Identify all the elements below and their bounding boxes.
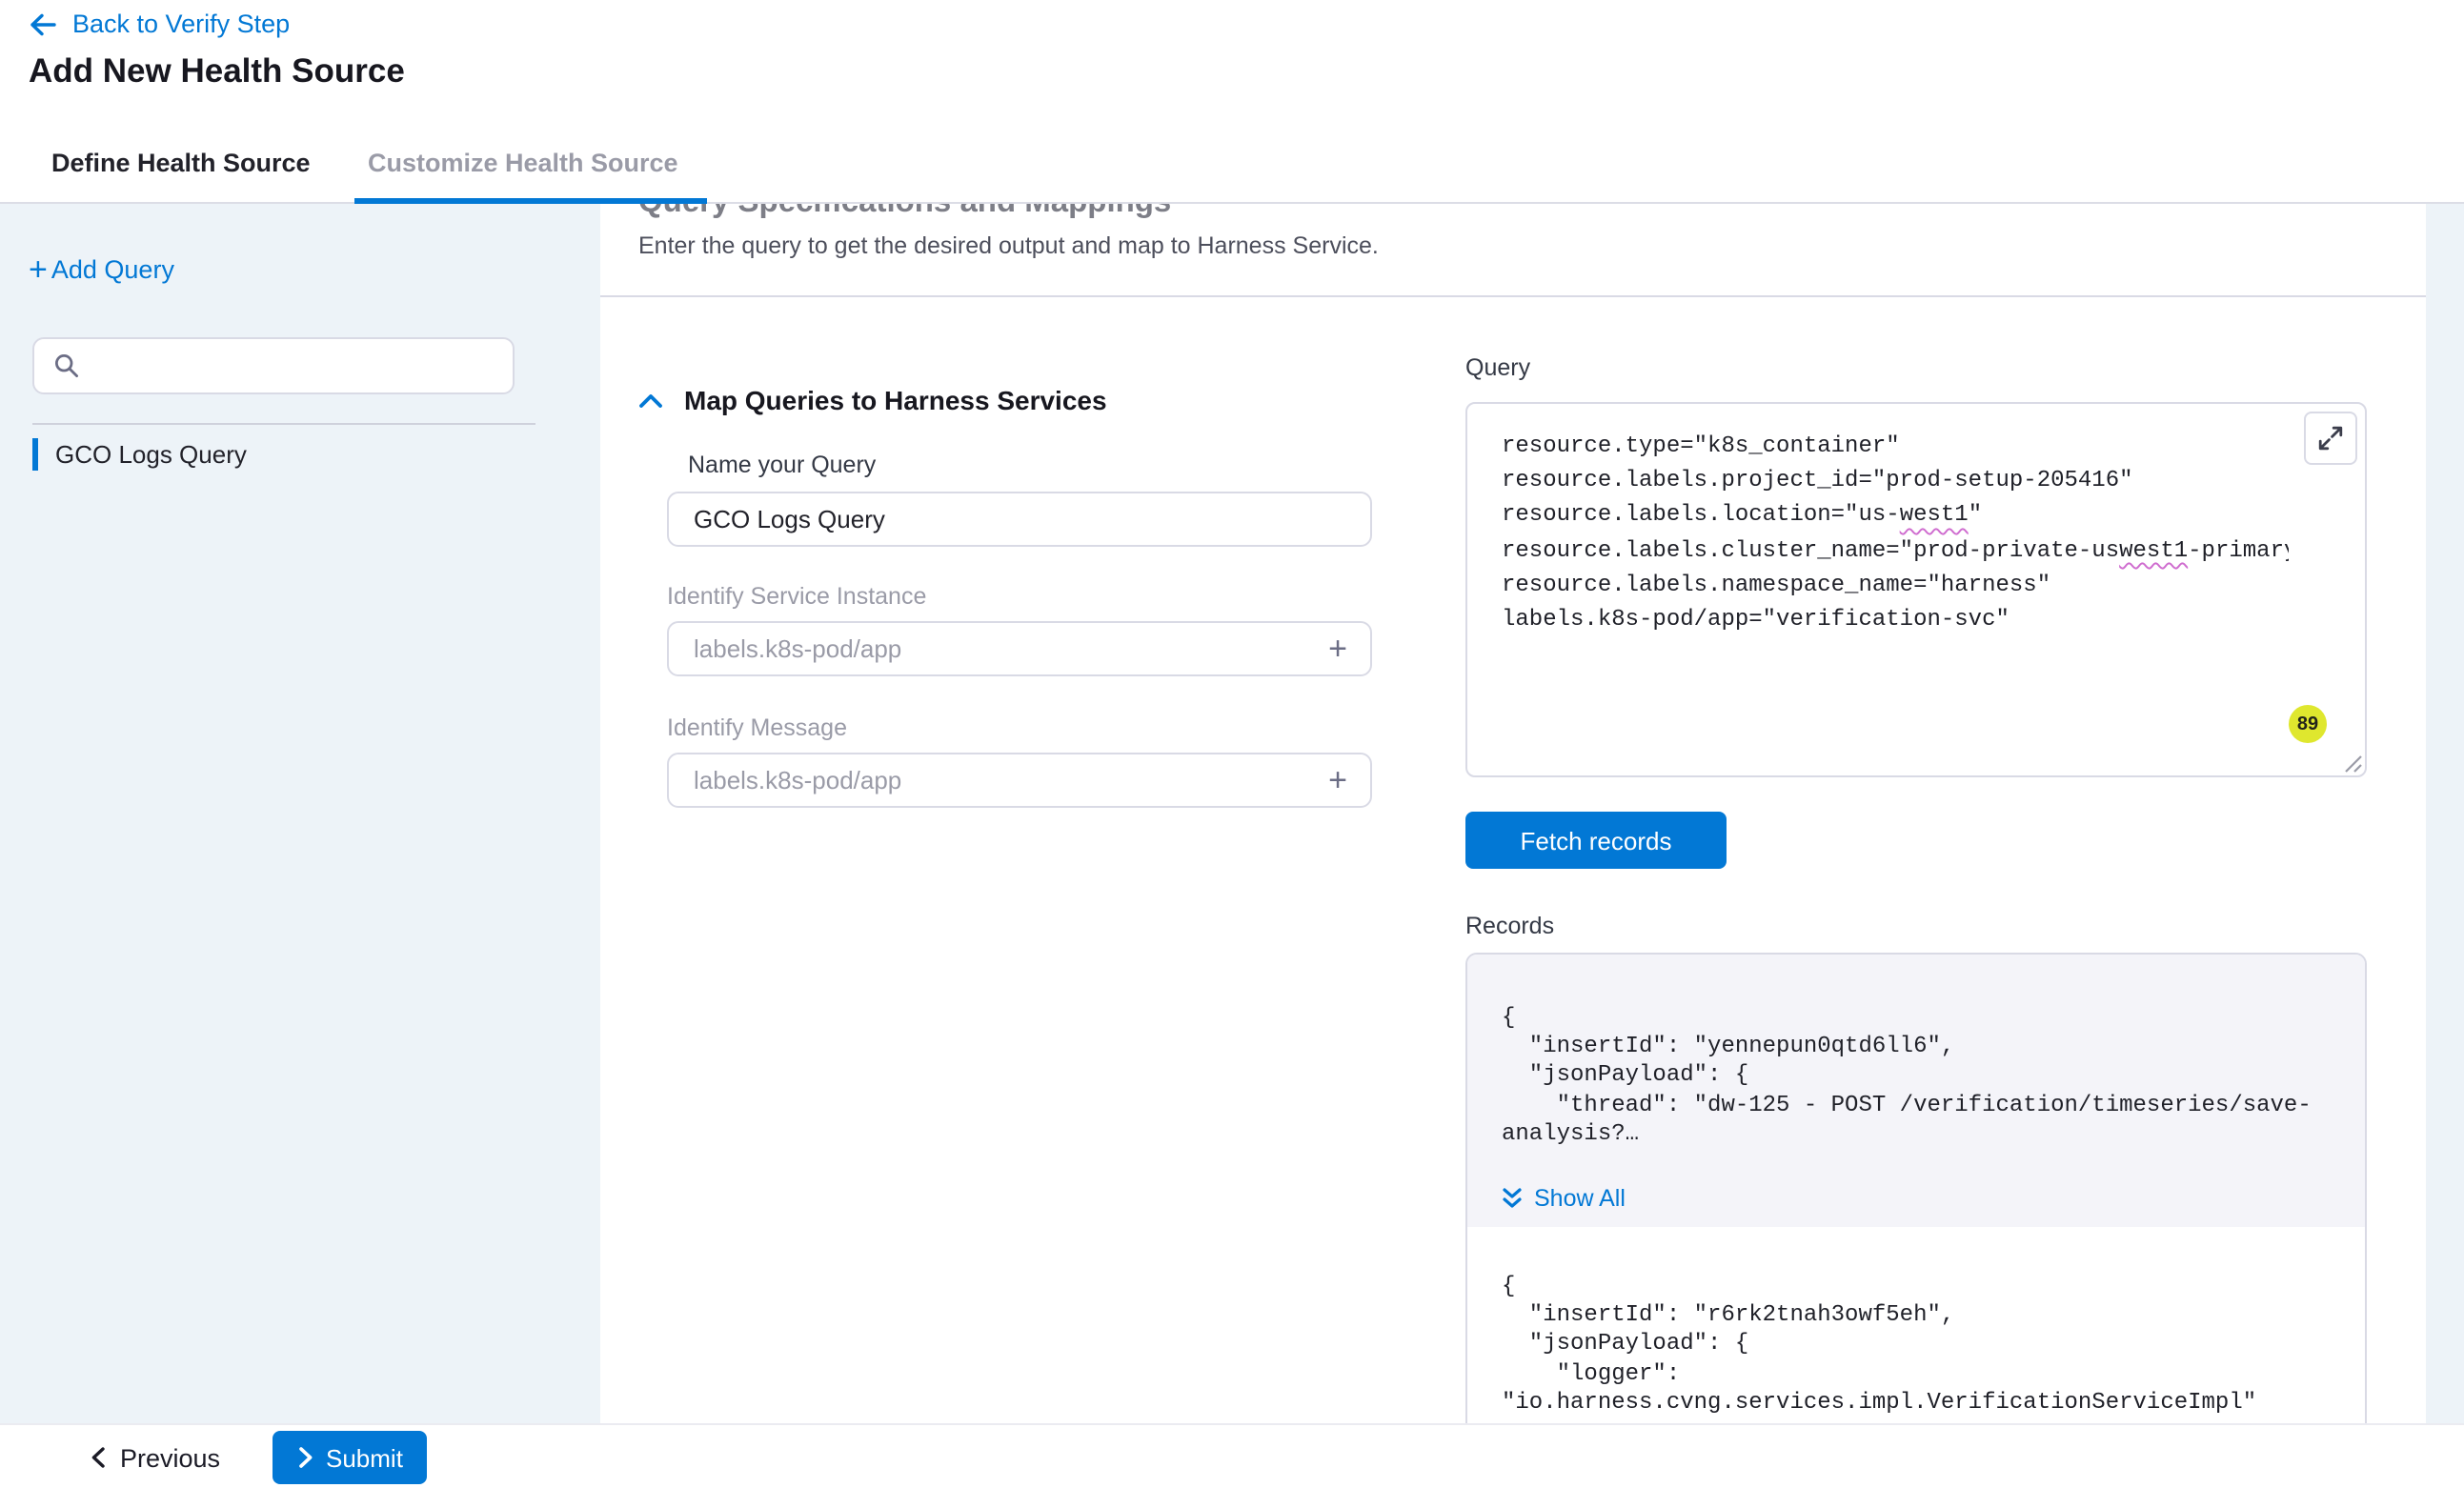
tab-define-health-source[interactable]: Define Health Source: [51, 149, 311, 177]
add-query-button[interactable]: + Add Query: [29, 255, 174, 284]
footer-bar: Previous Submit: [0, 1423, 2464, 1488]
query-search-input[interactable]: [95, 351, 494, 381]
double-chevron-down-icon: [1502, 1187, 1523, 1210]
query-name-input[interactable]: [667, 492, 1372, 547]
service-instance-input[interactable]: [667, 621, 1372, 676]
previous-button[interactable]: Previous: [78, 1433, 232, 1482]
record-line: "insertId": "yennepun0qtd6ll6",: [1502, 1033, 2350, 1061]
section-subtitle: Enter the query to get the desired outpu…: [638, 232, 1379, 259]
query-editor[interactable]: resource.type="k8s_container"resource.la…: [1465, 402, 2367, 777]
active-tab-indicator: [354, 198, 707, 204]
query-search-box: [32, 337, 515, 394]
name-your-query-label: Name your Query: [688, 452, 876, 478]
map-queries-heading: Map Queries to Harness Services: [684, 385, 1107, 415]
back-arrow-icon: [29, 10, 57, 37]
record-line: "insertId": "r6rk2tnah3owf5eh",: [1502, 1301, 2350, 1330]
resize-handle[interactable]: [2342, 753, 2363, 774]
record-line: "io.harness.cvng.services.impl.Verificat…: [1502, 1389, 2350, 1418]
query-line: labels.k8s-pod/app="verification-svc": [1502, 602, 2289, 636]
service-instance-add-icon[interactable]: +: [1321, 633, 1355, 667]
chevron-left-icon: [90, 1446, 107, 1469]
sidebar-divider: [32, 423, 535, 425]
fetch-records-button[interactable]: Fetch records: [1465, 812, 1727, 869]
query-line: resource.labels.project_id="prod-setup-2…: [1502, 463, 2289, 497]
query-line: resource.labels.location="us-west1": [1502, 498, 2289, 533]
record-line: analysis?…: [1502, 1120, 2350, 1149]
show-all-label: Show All: [1534, 1185, 1626, 1212]
message-input[interactable]: [667, 753, 1372, 808]
record-line: "thread": "dw-125 - POST /verification/t…: [1502, 1091, 2350, 1119]
submit-label: Submit: [326, 1443, 403, 1472]
record-line: {: [1502, 1273, 2350, 1301]
submit-button[interactable]: Submit: [273, 1431, 428, 1484]
query-label: Query: [1465, 354, 1530, 381]
query-text: resource.type="k8s_container"resource.la…: [1502, 429, 2289, 636]
sidebar-item-gco-logs-query[interactable]: GCO Logs Query: [32, 431, 566, 476]
expand-icon: [2317, 425, 2344, 452]
query-line: resource.type="k8s_container": [1502, 429, 2289, 463]
expand-query-button[interactable]: [2304, 412, 2357, 465]
chevron-right-icon: [297, 1446, 314, 1469]
back-link-label: Back to Verify Step: [72, 10, 290, 38]
selected-indicator: [32, 437, 38, 470]
record-1-json: { "insertId": "yennepun0qtd6ll6", "jsonP…: [1502, 1004, 2350, 1149]
app-window: Back to Verify Step Add New Health Sourc…: [0, 0, 2464, 1488]
add-query-label: Add Query: [51, 255, 174, 284]
message-add-icon[interactable]: +: [1321, 764, 1355, 798]
record-line: "jsonPayload": {: [1502, 1331, 2350, 1359]
map-queries-header[interactable]: Map Queries to Harness Services: [638, 385, 1107, 415]
query-line: resource.labels.cluster_name="prod-priva…: [1502, 533, 2289, 567]
back-link[interactable]: Back to Verify Step: [29, 10, 290, 38]
tab-customize-health-source[interactable]: Customize Health Source: [368, 149, 678, 177]
search-icon: [53, 352, 80, 379]
records-panel: { "insertId": "yennepun0qtd6ll6", "jsonP…: [1465, 953, 2367, 1488]
page-header: Back to Verify Step Add New Health Sourc…: [0, 0, 2464, 204]
record-line: {: [1502, 1004, 2350, 1033]
query-item-label: GCO Logs Query: [55, 439, 247, 468]
page-title: Add New Health Source: [29, 51, 405, 91]
plus-icon: +: [29, 256, 48, 283]
query-sidebar: + Add Query GCO Logs Query: [0, 202, 600, 1488]
content-area: + Add Query GCO Logs Query Query Specifi…: [0, 202, 2464, 1488]
show-all-link[interactable]: Show All: [1502, 1185, 1626, 1212]
chevron-up-icon: [638, 392, 663, 409]
record-line: "logger":: [1502, 1359, 2350, 1388]
records-label: Records: [1465, 913, 1554, 939]
record-2-json: { "insertId": "r6rk2tnah3owf5eh", "jsonP…: [1502, 1273, 2350, 1418]
identify-service-instance-label: Identify Service Instance: [667, 583, 926, 610]
record-line: "jsonPayload": {: [1502, 1062, 2350, 1091]
char-count-badge: 89: [2289, 705, 2327, 743]
previous-label: Previous: [120, 1443, 220, 1472]
record-1-container: { "insertId": "yennepun0qtd6ll6", "jsonP…: [1467, 955, 2365, 1227]
query-line: resource.labels.namespace_name="harness": [1502, 568, 2289, 602]
identify-message-label: Identify Message: [667, 714, 847, 741]
query-specifications-card: Query Specifications and Mappings Enter …: [600, 202, 2426, 1488]
card-divider: [600, 295, 2426, 297]
